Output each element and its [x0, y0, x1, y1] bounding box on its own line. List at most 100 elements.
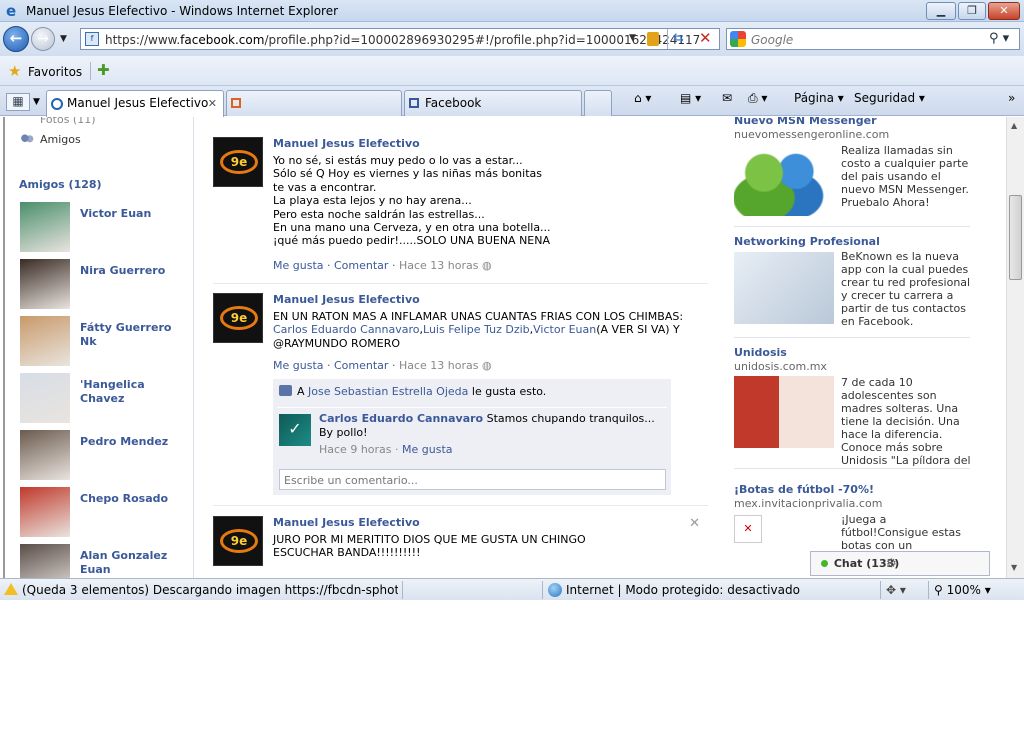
like-link[interactable]: Me gusta — [273, 359, 324, 372]
story-author[interactable]: Manuel Jesus Elefectivo — [273, 293, 420, 306]
friend-avatar[interactable] — [20, 202, 70, 252]
friend-item[interactable]: Chepo Rosado — [20, 487, 190, 537]
tab-2[interactable] — [226, 90, 402, 116]
friend-item[interactable]: Alan Gonzalez Euan — [20, 544, 190, 578]
author-avatar[interactable]: 9e — [213, 516, 263, 566]
toolbar-overflow-icon[interactable]: » — [1008, 91, 1015, 105]
tab-list-dropdown-icon[interactable]: ▼ — [33, 97, 40, 107]
home-button[interactable]: ⌂ ▾ — [634, 91, 651, 105]
friend-name[interactable]: Fátty Guerrero Nk — [80, 321, 190, 349]
friend-item[interactable]: Nira Guerrero — [20, 259, 190, 309]
like-link[interactable]: Me gusta — [273, 259, 324, 272]
friend-item[interactable]: Fátty Guerrero Nk — [20, 316, 190, 366]
friend-avatar[interactable] — [20, 259, 70, 309]
friend-avatar[interactable] — [20, 544, 70, 578]
print-button[interactable]: ⎙ ▾ — [748, 91, 767, 106]
security-menu[interactable]: Seguridad ▾ — [854, 91, 925, 105]
add-favorite-icon[interactable]: ✚ — [97, 61, 110, 79]
address-url[interactable]: https://www.facebook.com/profile.php?id=… — [105, 33, 700, 47]
forward-button[interactable]: → — [31, 27, 55, 51]
friend-name[interactable]: Alan Gonzalez Euan — [80, 549, 190, 577]
friend-item[interactable]: Victor Euan — [20, 202, 190, 252]
commenter-name[interactable]: Carlos Eduardo Cannavaro — [319, 412, 483, 425]
stop-icon[interactable]: ✕ — [699, 29, 712, 47]
ad-image[interactable] — [734, 252, 834, 324]
story-time[interactable]: Hace 13 horas — [399, 259, 479, 272]
comment-time[interactable]: Hace 9 horas — [319, 443, 392, 456]
tag-carlos[interactable]: Carlos Eduardo Cannavaro — [273, 323, 420, 336]
broken-image-icon[interactable]: ✕ — [734, 515, 762, 543]
new-tab-button[interactable] — [584, 90, 612, 116]
zoom-control[interactable]: ⚲ 100% ▾ — [934, 583, 991, 597]
tab-close-icon[interactable]: ✕ — [208, 97, 217, 110]
search-box[interactable]: Google ⚲ ▾ — [726, 28, 1020, 50]
author-avatar[interactable]: 9e — [213, 293, 263, 343]
scroll-thumb[interactable] — [1009, 195, 1022, 280]
friend-name[interactable]: Nira Guerrero — [80, 264, 190, 278]
story-author[interactable]: Manuel Jesus Elefectivo — [273, 516, 420, 529]
friends-heading[interactable]: Amigos (128) — [19, 178, 102, 191]
maximize-button[interactable]: ❐ — [958, 2, 986, 20]
minimize-button[interactable]: ▁ — [926, 2, 956, 20]
friend-name[interactable]: 'Hangelica Chavez — [80, 378, 190, 406]
friend-avatar[interactable] — [20, 430, 70, 480]
feeds-button[interactable]: ▤ ▾ — [680, 91, 701, 105]
comment-input[interactable]: Escribe un comentario... — [279, 469, 666, 490]
ad-title[interactable]: ¡Botas de fútbol -70%! — [734, 483, 874, 496]
ad-image[interactable] — [734, 376, 834, 448]
author-avatar[interactable]: 9e — [213, 137, 263, 187]
scroll-up-icon[interactable]: ▲ — [1011, 121, 1017, 130]
friend-name[interactable]: Victor Euan — [80, 207, 190, 221]
hide-story-icon[interactable]: ✕ — [689, 516, 700, 531]
comment-link[interactable]: Comentar — [334, 259, 388, 272]
page-menu[interactable]: Página ▾ — [794, 91, 844, 105]
close-button[interactable]: ✕ — [988, 2, 1020, 20]
back-button[interactable]: ← — [3, 26, 29, 52]
search-input[interactable]: Google — [751, 33, 793, 47]
ad-networking[interactable]: Networking Profesional BeKnown es la nue… — [734, 235, 974, 347]
favorites-button[interactable]: Favoritos — [28, 65, 82, 79]
ad-title[interactable]: Nuevo MSN Messenger — [734, 117, 877, 127]
story-time[interactable]: Hace 13 horas — [399, 359, 479, 372]
story-text: JURO POR MI MERITITO DIOS QUE ME GUSTA U… — [273, 533, 586, 560]
ad-title[interactable]: Unidosis — [734, 346, 787, 359]
friend-avatar[interactable] — [20, 373, 70, 423]
commenter-avatar[interactable]: ✓ — [279, 414, 311, 446]
friend-avatar[interactable] — [20, 316, 70, 366]
address-dropdown-icon[interactable]: ▼ — [629, 33, 636, 43]
protected-mode-icon[interactable]: ✥ ▾ — [886, 583, 906, 597]
quick-tabs-icon[interactable]: ▦ — [6, 93, 30, 111]
tag-victor[interactable]: Victor Euan — [533, 323, 596, 336]
story-author[interactable]: Manuel Jesus Elefectivo — [273, 137, 420, 150]
msn-buddies-icon[interactable] — [734, 144, 834, 216]
friend-item[interactable]: Pedro Mendez — [20, 430, 190, 480]
tab-manuel[interactable]: Manuel Jesus Elefectivo ✕ — [46, 90, 224, 117]
chat-bar[interactable]: Chat (133) ⚙ — [810, 551, 990, 576]
recent-pages-dropdown-icon[interactable]: ▼ — [60, 34, 67, 44]
lock-icon[interactable] — [647, 32, 659, 46]
friends-link[interactable]: Amigos — [20, 133, 81, 146]
scroll-down-icon[interactable]: ▼ — [1011, 563, 1017, 572]
comment-like-link[interactable]: Me gusta — [402, 443, 453, 456]
liker-link[interactable]: Jose Sebastian Estrella Ojeda — [308, 385, 468, 398]
ad-msn[interactable]: Nuevo MSN Messenger nuevomessengeronline… — [734, 117, 974, 234]
ad-unidosis[interactable]: Unidosis unidosis.com.mx 7 de cada 10 ad… — [734, 346, 974, 478]
friend-item[interactable]: 'Hangelica Chavez — [20, 373, 190, 423]
security-zone[interactable]: Internet | Modo protegido: desactivado — [548, 583, 800, 597]
tab-facebook[interactable]: Facebook — [404, 90, 582, 116]
search-icon[interactable]: ⚲ ▾ — [989, 31, 1009, 46]
comment-link[interactable]: Comentar — [334, 359, 388, 372]
chat-settings-icon[interactable]: ⚙ — [886, 556, 897, 570]
address-bar[interactable]: f https://www.facebook.com/profile.php?i… — [80, 28, 720, 50]
mail-button[interactable]: ✉ — [722, 91, 732, 105]
vertical-scrollbar[interactable]: ▲ ▼ — [1006, 117, 1024, 578]
tag-luis[interactable]: Luis Felipe Tuz Dzib — [423, 323, 530, 336]
friend-avatar[interactable] — [20, 487, 70, 537]
friend-name[interactable]: Chepo Rosado — [80, 492, 190, 506]
favorites-star-icon[interactable]: ★ — [8, 62, 21, 80]
ad-title[interactable]: Networking Profesional — [734, 235, 880, 248]
photos-link[interactable]: Fotos (11) — [40, 117, 96, 126]
friend-name[interactable]: Pedro Mendez — [80, 435, 190, 449]
warning-icon[interactable] — [4, 583, 18, 595]
refresh-icon[interactable]: ⇆ — [673, 31, 684, 46]
